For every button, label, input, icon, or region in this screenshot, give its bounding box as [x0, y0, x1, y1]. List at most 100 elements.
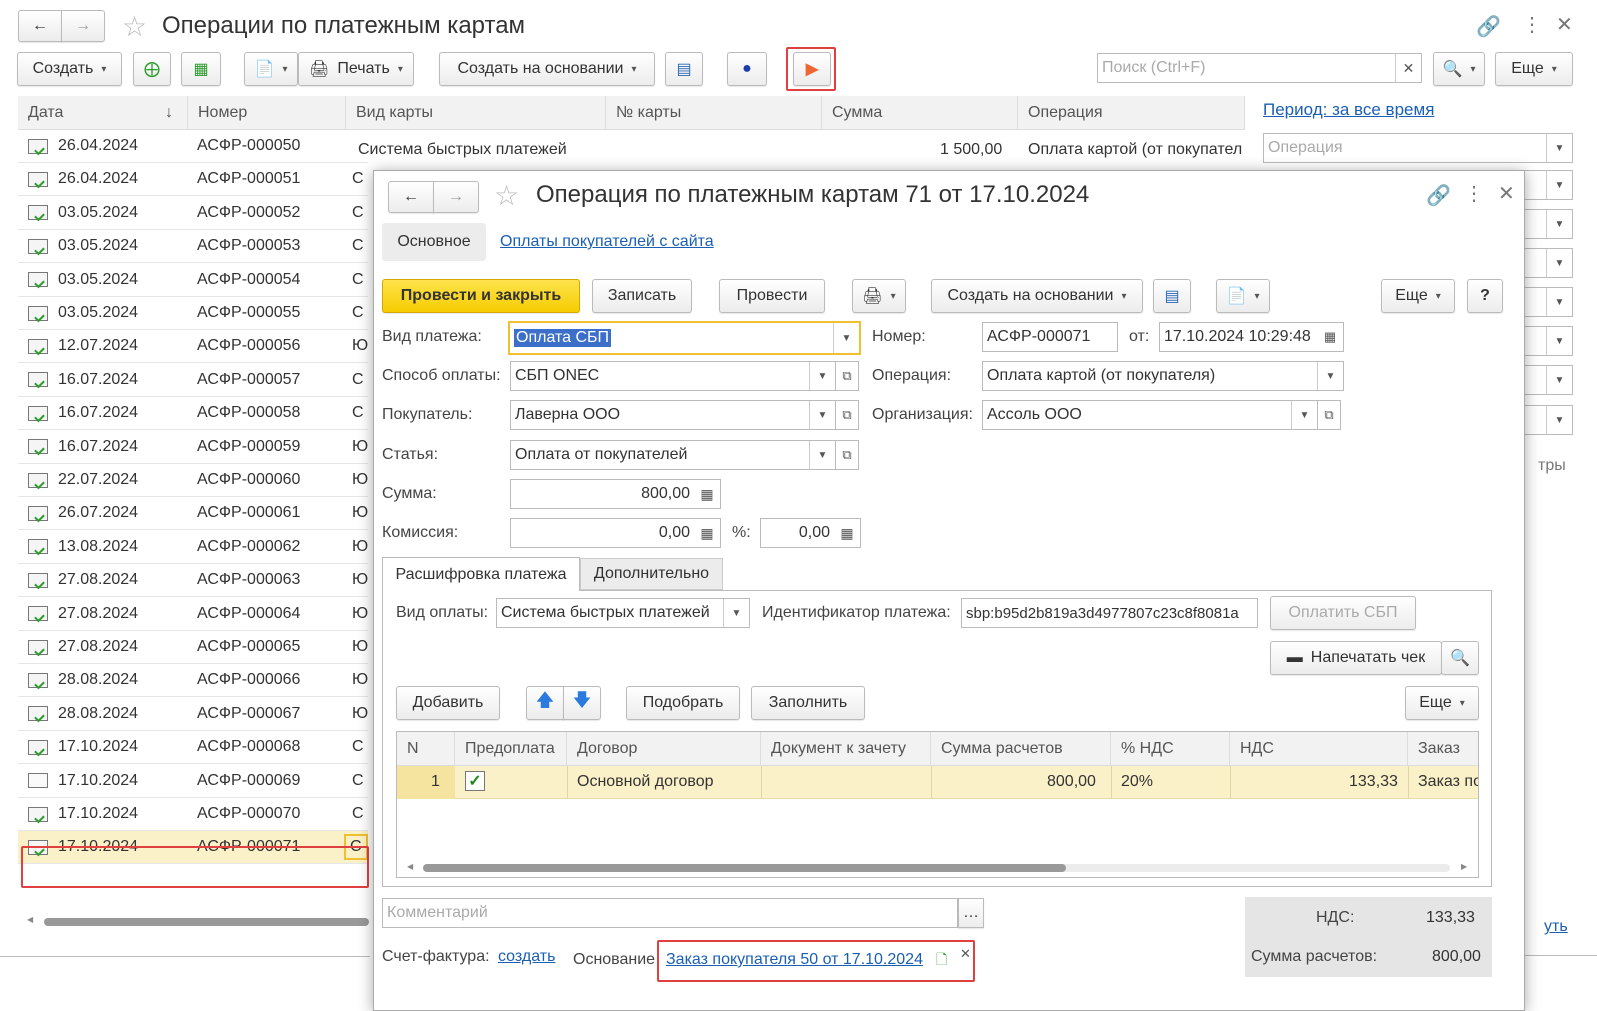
col-date[interactable]: Дата ↓ — [18, 96, 188, 130]
dialog-print-button[interactable]: 🖨 ▾ — [852, 279, 906, 313]
table-row[interactable]: 03.05.2024 АСФР-000055 С — [18, 297, 368, 330]
copy-add-icon[interactable]: ⨁ — [133, 52, 171, 86]
calendar-icon[interactable]: ▦ — [1317, 323, 1343, 351]
write-button[interactable]: Записать — [592, 279, 692, 313]
add-to-list-icon[interactable]: ▦ — [181, 52, 221, 86]
table-row[interactable]: 28.08.2024 АСФР-000066 Ю — [18, 664, 368, 698]
table-row[interactable]: 27.08.2024 АСФР-000065 Ю — [18, 631, 368, 664]
dialog-link-icon[interactable]: 🔗 — [1426, 183, 1451, 208]
chevron-down-icon[interactable]: ▼ — [1546, 406, 1572, 434]
create-based-button[interactable]: Создать на основании ▾ — [439, 52, 655, 86]
chevron-down-icon[interactable]: ▼ — [1546, 249, 1572, 277]
table-row[interactable]: 26.04.2024 АСФР-000051 С — [18, 163, 368, 197]
pay-method-field[interactable]: СБП ONEC ▼ — [510, 361, 836, 391]
table-row[interactable]: 16.07.2024 АСФР-000059 Ю — [18, 431, 368, 464]
favorite-star-icon[interactable]: ☆ — [122, 10, 147, 43]
th-offset-doc[interactable]: Документ к зачету — [761, 732, 931, 766]
table-row[interactable]: 03.05.2024 АСФР-000054 С — [18, 264, 368, 297]
operation-field[interactable]: Оплата картой (от покупателя) ▼ — [982, 361, 1344, 391]
close-icon[interactable]: ✕ — [1556, 12, 1573, 37]
scroll-left-icon[interactable]: ◀ — [27, 915, 33, 924]
invoice-create-link[interactable]: создать — [498, 948, 555, 966]
post-and-close-button[interactable]: Провести и закрыть — [382, 279, 580, 313]
chevron-down-icon[interactable]: ▼ — [1546, 210, 1572, 238]
article-field[interactable]: Оплата от покупателей ▼ — [510, 440, 836, 470]
right-filter-dropdown[interactable]: ▼ — [1520, 170, 1573, 200]
chevron-down-icon[interactable]: ▼ — [809, 441, 835, 469]
calculator-icon[interactable]: ▦ — [834, 519, 860, 547]
th-prepay[interactable]: Предоплата — [455, 732, 567, 766]
number-field[interactable]: АСФР-000071 — [982, 322, 1118, 352]
search-input[interactable]: Поиск (Ctrl+F) ✕ — [1097, 53, 1422, 83]
move-down-icon[interactable]: 🡇 — [563, 686, 601, 720]
dialog-back-button[interactable]: ← — [388, 181, 434, 213]
calculator-icon[interactable]: ▦ — [694, 480, 720, 508]
more-button[interactable]: Еще ▾ — [1495, 52, 1573, 86]
table-row[interactable]: 17.10.2024 АСФР-000069 С — [18, 765, 368, 798]
table-row[interactable]: 26.04.2024 АСФР-000050 — [18, 130, 368, 163]
table-row[interactable]: 26.07.2024 АСФР-000061 Ю — [18, 497, 368, 531]
prepay-checkbox[interactable]: ✓ — [465, 771, 485, 791]
table-row[interactable]: 13.08.2024 АСФР-000062 Ю — [18, 531, 368, 564]
print-button[interactable]: 🖨 Печать ▾ — [298, 52, 414, 86]
dialog-create-based-button[interactable]: Создать на основании ▾ — [931, 279, 1143, 313]
open-icon[interactable]: ⧉ — [1317, 400, 1341, 430]
chevron-down-icon[interactable]: ▼ — [1317, 362, 1343, 390]
table-row[interactable]: 22.07.2024 АСФР-000060 Ю — [18, 464, 368, 497]
th-sum[interactable]: Сумма расчетов — [931, 732, 1111, 766]
right-filter-dropdown[interactable]: ▼ — [1520, 248, 1573, 278]
right-filter-dropdown[interactable]: ▼ — [1520, 365, 1573, 395]
help-button[interactable]: ? — [1467, 279, 1503, 313]
tab-site-payments[interactable]: Оплаты покупателей с сайта — [500, 233, 714, 251]
col-sum[interactable]: Сумма — [822, 96, 1018, 130]
table-row[interactable]: 28.08.2024 АСФР-000067 Ю — [18, 698, 368, 731]
table-row[interactable]: 16.07.2024 АСФР-000057 С — [18, 364, 368, 397]
organization-field[interactable]: Ассоль ООО ▼ — [982, 400, 1318, 430]
structure-icon[interactable]: ▤ — [665, 52, 703, 86]
chevron-down-icon[interactable]: ▼ — [833, 323, 859, 353]
print-check-button[interactable]: ▬ Напечатать чек — [1270, 641, 1442, 675]
pick-button[interactable]: Подобрать — [626, 686, 740, 720]
chevron-down-icon[interactable]: ▼ — [723, 599, 749, 627]
search-button[interactable]: 🔍 ▾ — [1433, 52, 1485, 86]
payment-kind-field[interactable]: Оплата СБП ▼ — [508, 321, 861, 355]
right-filter-dropdown[interactable]: ▼ — [1520, 405, 1573, 435]
table-horizontal-scrollbar[interactable] — [423, 864, 1066, 872]
table-more-button[interactable]: Еще ▾ — [1405, 686, 1479, 720]
th-vat-pct[interactable]: % НДС — [1111, 732, 1230, 766]
chevron-down-icon[interactable]: ▼ — [1546, 288, 1572, 316]
date-field[interactable]: 17.10.2024 10:29:48 ▦ — [1159, 322, 1344, 352]
preview-check-icon[interactable]: 🔍 — [1441, 641, 1479, 675]
link-icon[interactable]: 🔗 — [1476, 14, 1501, 39]
create-button[interactable]: Создать ▾ — [17, 52, 122, 86]
th-contract[interactable]: Договор — [567, 732, 761, 766]
dialog-favorite-star-icon[interactable]: ☆ — [494, 179, 519, 212]
open-icon[interactable]: ⧉ — [835, 400, 859, 430]
calculator-icon[interactable]: ▦ — [694, 519, 720, 547]
table-row[interactable]: 1 ✓ Основной договор 800,00 20% 133,33 З… — [397, 766, 1478, 799]
th-order[interactable]: Заказ — [1408, 732, 1478, 766]
percent-field[interactable]: 0,00 ▦ — [760, 518, 861, 548]
fill-button[interactable]: Заполнить — [751, 686, 865, 720]
pay-sbp-button[interactable]: Оплатить СБП — [1270, 596, 1416, 630]
commission-field[interactable]: 0,00 ▦ — [510, 518, 721, 548]
period-link[interactable]: Период: за все время — [1263, 100, 1434, 120]
dialog-report-menu-button[interactable]: 📄 ▾ — [1216, 279, 1270, 313]
table-row[interactable]: 16.07.2024 АСФР-000058 С — [18, 397, 368, 431]
table-row[interactable]: 03.05.2024 АСФР-000053 С — [18, 230, 368, 264]
chevron-down-icon[interactable]: ▼ — [1291, 401, 1317, 429]
open-icon[interactable]: ⧉ — [835, 361, 859, 391]
table-row[interactable]: 27.08.2024 АСФР-000064 Ю — [18, 598, 368, 631]
table-row[interactable]: 17.10.2024 АСФР-000070 С — [18, 798, 368, 831]
table-row[interactable]: 27.08.2024 АСФР-000063 Ю — [18, 564, 368, 598]
payment-id-field[interactable]: sbp:b95d2b819a3d4977807c23c8f8081a — [961, 598, 1258, 628]
col-operation[interactable]: Операция — [1018, 96, 1245, 130]
chevron-down-icon[interactable]: ▼ — [809, 401, 835, 429]
comment-expand-button[interactable]: … — [958, 898, 984, 928]
yookassa-icon[interactable]: ● — [727, 52, 767, 86]
table-scroll-left-icon[interactable]: ◀ — [407, 862, 413, 871]
chevron-down-icon[interactable]: ▼ — [1546, 327, 1572, 355]
th-n[interactable]: N — [397, 732, 455, 766]
operation-filter[interactable]: Операция ▼ — [1263, 133, 1573, 163]
th-vat[interactable]: НДС — [1230, 732, 1408, 766]
